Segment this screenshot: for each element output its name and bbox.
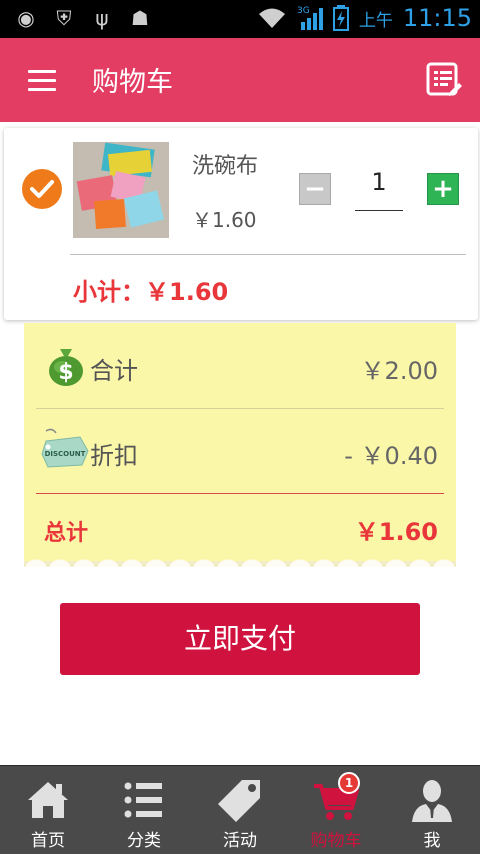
tab-category[interactable]: 分类 [96,766,192,854]
total-value: ￥2.00 [360,357,438,385]
wifi-icon [258,8,285,28]
network-type-label: 3G [297,6,310,16]
time-ampm: 上午 [358,10,393,31]
minus-icon: − [304,174,326,204]
note-icon[interactable] [426,62,462,98]
signal-icon: 3G [297,6,323,30]
grand-total-label: 总计 [44,521,89,546]
clock: 11:15 [402,4,472,32]
svg-text:DISCOUNT: DISCOUNT [45,450,86,458]
tab-home[interactable]: 首页 [0,766,96,854]
cart-item-card: 洗碗布 ￥1.60 − 1 + 小计：￥1.60 [4,128,478,320]
tab-label: 我 [423,831,441,851]
product-price: ￥1.60 [192,208,257,232]
discount-value: - ￥0.40 [344,442,438,470]
status-bar: ◉ ⛨ ψ ☗ 3G 上午 11:15 [0,0,480,38]
tab-label: 活动 [223,831,257,851]
tab-label: 购物车 [310,831,362,851]
quantity-decrease-button[interactable]: − [299,173,331,205]
app-header: 购物车 [0,38,480,122]
tab-label: 首页 [31,831,65,851]
svg-text:$: $ [58,360,73,385]
tab-me[interactable]: 我 [384,766,480,854]
user-icon [412,780,452,822]
list-icon [124,782,162,818]
product-image[interactable] [73,142,169,238]
divider [36,493,444,494]
sponge-cloth-picture [73,142,169,238]
divider [70,254,466,255]
discount-label: 折扣 [90,442,138,470]
pay-now-button[interactable]: 立即支付 [60,603,420,675]
order-summary: $ 合计 ￥2.00 DISCOUNT 折扣 - ￥0.40 总计 ￥1.60 [24,323,456,567]
tab-activity[interactable]: 活动 [192,766,288,854]
discount-tag-icon: DISCOUNT [41,428,89,468]
tab-label: 分类 [127,831,161,851]
quantity-increase-button[interactable]: + [427,173,459,205]
receipt-scallop-edge [24,557,456,567]
notification-icons: ◉ ⛨ ψ ☗ [14,6,152,30]
usb-icon: ψ [95,6,109,30]
plus-icon: + [432,174,454,204]
item-checkbox[interactable] [22,169,62,209]
product-name[interactable]: 洗碗布 [192,148,258,180]
qq-icon: ◉ [17,6,35,30]
cart-count-badge: 1 [338,772,360,794]
divider [36,408,444,409]
item-subtotal: 小计：￥1.60 [73,278,229,306]
shield-icon: ⛨ [56,6,72,30]
system-icons: 3G 上午 11:15 [257,4,472,32]
total-label: 合计 [90,357,138,385]
tag-icon [218,780,260,822]
money-bag-icon: $ [49,349,83,386]
tab-cart[interactable]: 1 购物车 [288,766,384,854]
home-icon [28,782,68,818]
quantity-field[interactable]: 1 [355,168,403,196]
battery-icon [332,5,349,31]
quantity-underline [355,210,403,211]
bottom-nav: 首页 分类 活动 1 购物车 我 [0,765,480,854]
hamburger-icon[interactable] [28,70,56,91]
check-icon [30,180,54,198]
grand-total-value: ￥1.60 [354,518,438,546]
android-icon: ☗ [131,6,149,30]
page-title: 购物车 [92,67,173,98]
